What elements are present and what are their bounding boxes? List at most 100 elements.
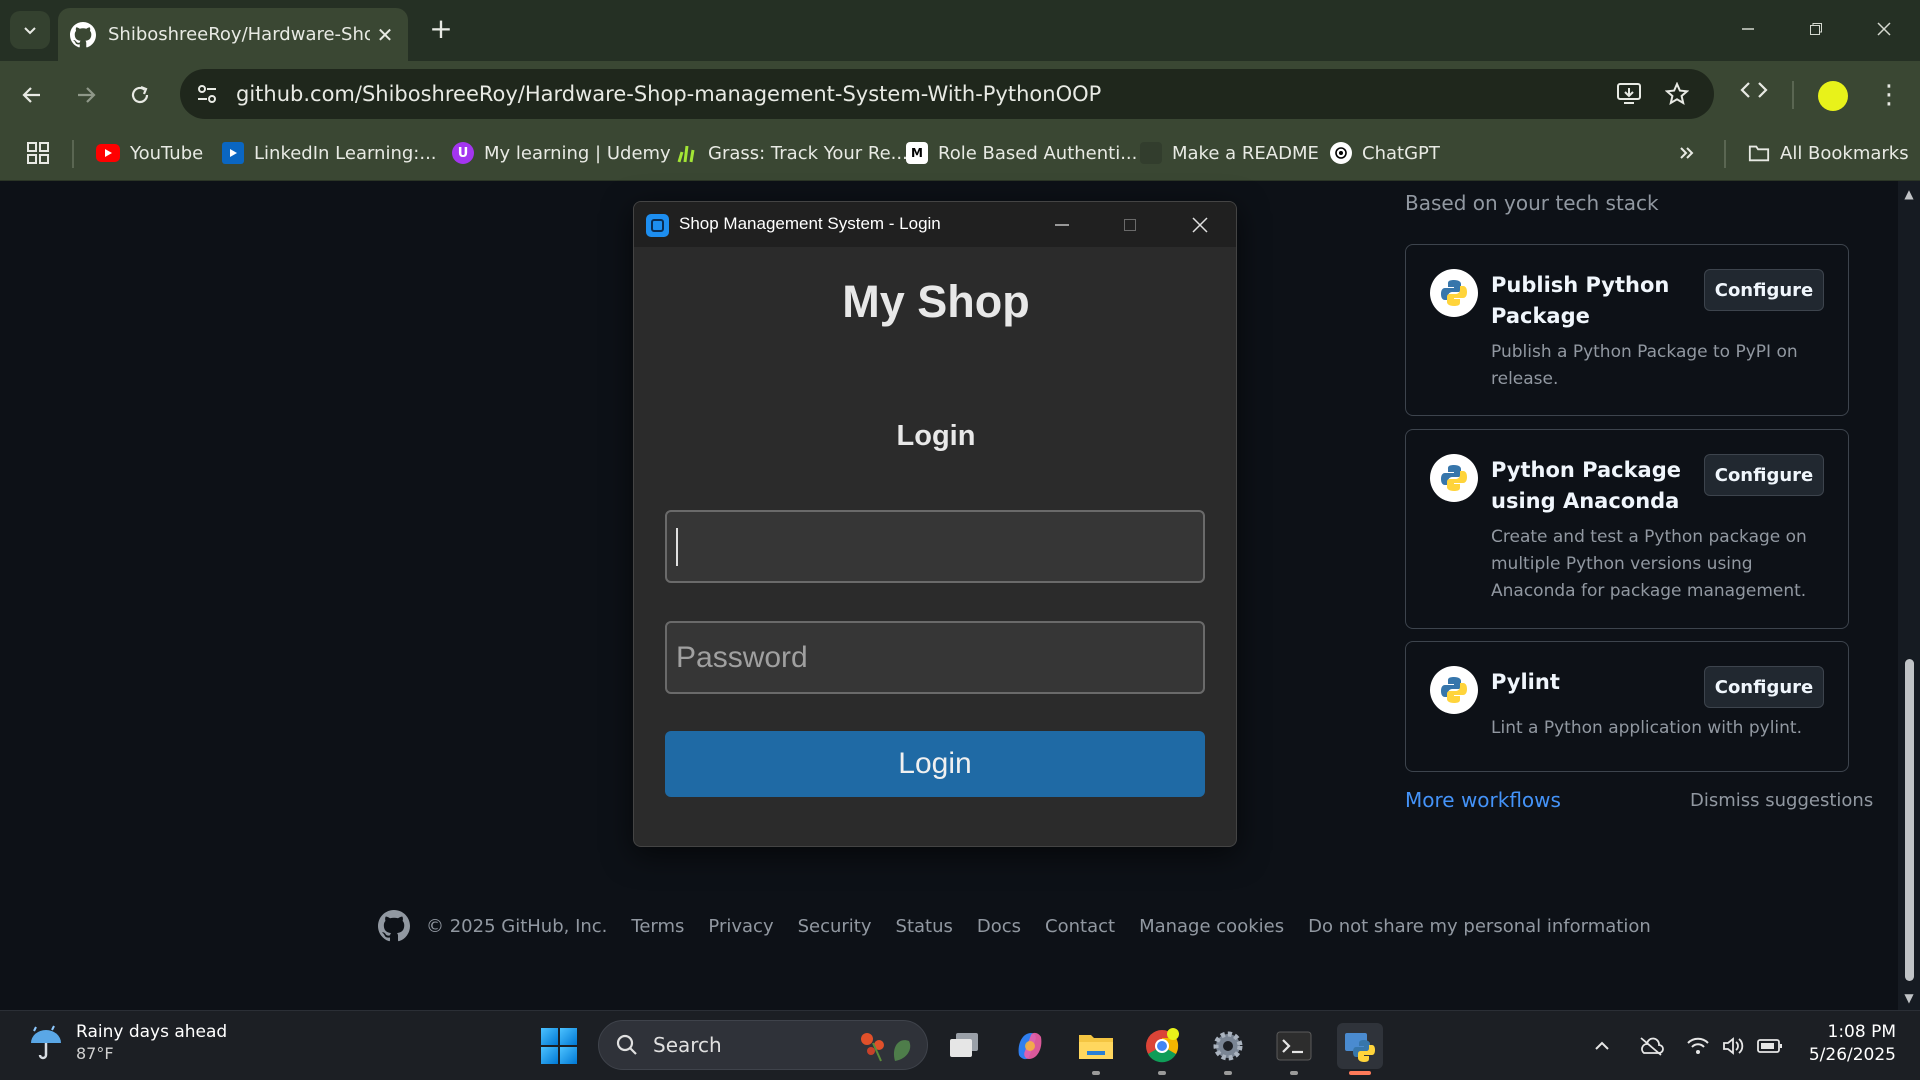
task-view-icon[interactable] xyxy=(941,1023,987,1069)
suggestions-subheader: Based on your tech stack xyxy=(1405,191,1659,215)
bookmark-label: LinkedIn Learning:... xyxy=(254,142,437,164)
bookmark-youtube[interactable]: YouTube xyxy=(96,139,203,167)
toolbar-divider xyxy=(1792,81,1794,109)
workflow-card: Python Package using Anaconda Create and… xyxy=(1405,429,1849,629)
footer-link-status[interactable]: Status xyxy=(896,916,953,937)
window-minimize-button[interactable] xyxy=(1728,14,1768,44)
apps-grid-icon[interactable] xyxy=(26,139,50,167)
login-window-titlebar[interactable]: Shop Management System - Login xyxy=(634,202,1236,247)
install-app-icon[interactable] xyxy=(1614,81,1644,107)
footer-link-manage-cookies[interactable]: Manage cookies xyxy=(1139,916,1284,937)
bookmark-role-based[interactable]: M Role Based Authenti... xyxy=(906,139,1137,167)
all-bookmarks-label: All Bookmarks xyxy=(1780,142,1909,164)
weather-widget[interactable]: Rainy days ahead 87°F xyxy=(26,1021,227,1065)
flower-decoration-icon xyxy=(861,1033,911,1062)
page-scrollbar[interactable]: ▲ ▼ xyxy=(1898,181,1920,1010)
file-explorer-icon[interactable] xyxy=(1073,1023,1119,1069)
footer-link-docs[interactable]: Docs xyxy=(977,916,1021,937)
tab-search-button[interactable] xyxy=(10,11,50,49)
bookmark-udemy[interactable]: U My learning | Udemy xyxy=(452,139,671,167)
window-close-button[interactable] xyxy=(1864,14,1904,44)
clock-time: 1:08 PM xyxy=(1827,1022,1897,1042)
tab-close-icon[interactable]: ✕ xyxy=(374,23,396,47)
onedrive-cloud-icon[interactable] xyxy=(1638,1033,1664,1059)
browser-tab[interactable]: ShiboshreeRoy/Hardware-Shop-management-S… xyxy=(58,8,408,61)
github-logo-icon[interactable] xyxy=(378,910,410,942)
profile-avatar[interactable] xyxy=(1818,81,1848,111)
window-restore-button[interactable] xyxy=(1796,14,1836,44)
bookmark-linkedin-learning[interactable]: LinkedIn Learning:... xyxy=(222,139,437,167)
restore-icon xyxy=(1810,23,1822,35)
maximize-icon xyxy=(1124,219,1136,231)
bookmarks-overflow-icon[interactable] xyxy=(1678,139,1696,167)
tab-title: ShiboshreeRoy/Hardware-Shop-management-S… xyxy=(108,24,370,45)
scrollbar-thumb[interactable] xyxy=(1905,659,1914,981)
wifi-icon[interactable] xyxy=(1685,1033,1711,1059)
login-window: Shop Management System - Login My Shop L… xyxy=(633,201,1237,847)
bookmark-grass[interactable]: Grass: Track Your Re... xyxy=(676,139,908,167)
bookmark-label: ChatGPT xyxy=(1362,142,1440,164)
search-label: Search xyxy=(653,1033,722,1057)
chatgpt-icon xyxy=(1330,142,1352,164)
login-button[interactable]: Login xyxy=(665,731,1205,797)
system-clock[interactable]: 1:08 PM 5/26/2025 xyxy=(1800,1021,1896,1067)
more-workflows-link[interactable]: More workflows xyxy=(1405,788,1561,812)
workflow-description: Publish a Python Package to PyPI on rele… xyxy=(1491,342,1798,389)
bookmark-label: Grass: Track Your Re... xyxy=(708,142,908,164)
shop-heading: My Shop xyxy=(842,276,1030,327)
dismiss-suggestions-link[interactable]: Dismiss suggestions xyxy=(1690,790,1873,811)
all-bookmarks[interactable]: All Bookmarks xyxy=(1748,139,1909,167)
login-window-title: Shop Management System - Login xyxy=(679,214,941,233)
footer-link-privacy[interactable]: Privacy xyxy=(708,916,773,937)
running-indicator xyxy=(1224,1071,1232,1075)
reload-button[interactable] xyxy=(122,77,158,113)
reload-icon xyxy=(131,85,149,104)
close-icon xyxy=(1192,217,1208,233)
footer-link-do-not-share[interactable]: Do not share my personal information xyxy=(1308,916,1651,937)
python-app-icon[interactable] xyxy=(1337,1023,1383,1069)
volume-icon[interactable] xyxy=(1721,1033,1747,1059)
footer-link-contact[interactable]: Contact xyxy=(1045,916,1115,937)
workflow-title: Publish Python Package xyxy=(1491,273,1670,328)
password-input[interactable]: Password xyxy=(665,621,1205,694)
windows-taskbar: Rainy days ahead 87°F Search 1:08 PM 5/2… xyxy=(0,1010,1920,1080)
configure-button[interactable]: Configure xyxy=(1704,269,1824,311)
copilot-icon[interactable] xyxy=(1007,1023,1053,1069)
folder-icon xyxy=(1748,142,1770,164)
bookmark-chatgpt[interactable]: ChatGPT xyxy=(1330,139,1440,167)
site-settings-icon[interactable] xyxy=(194,81,220,107)
chrome-icon[interactable] xyxy=(1139,1023,1185,1069)
settings-gear-icon[interactable] xyxy=(1205,1023,1251,1069)
clock-date: 5/26/2025 xyxy=(1808,1045,1896,1065)
python-icon xyxy=(1430,454,1478,502)
dialog-minimize-button[interactable] xyxy=(1042,210,1082,240)
bookmark-star-icon[interactable] xyxy=(1662,81,1692,107)
address-bar[interactable]: github.com/ShiboshreeRoy/Hardware-Shop-m… xyxy=(180,69,1714,119)
terminal-icon[interactable] xyxy=(1271,1023,1317,1069)
configure-button[interactable]: Configure xyxy=(1704,454,1824,496)
browser-tab-bar: ShiboshreeRoy/Hardware-Shop-management-S… xyxy=(0,0,1920,61)
show-hidden-icons-icon[interactable] xyxy=(1589,1033,1615,1059)
dialog-close-button[interactable] xyxy=(1180,210,1220,240)
username-input[interactable] xyxy=(665,510,1205,583)
footer-link-terms[interactable]: Terms xyxy=(631,916,684,937)
taskbar-search[interactable]: Search xyxy=(598,1020,928,1070)
footer-link-security[interactable]: Security xyxy=(798,916,872,937)
text-caret xyxy=(676,527,678,566)
scroll-up-icon[interactable]: ▲ xyxy=(1902,187,1916,201)
code-icon[interactable] xyxy=(1737,79,1771,109)
login-subheading: Login xyxy=(896,420,976,452)
battery-icon[interactable] xyxy=(1757,1033,1783,1059)
grass-icon xyxy=(676,142,698,164)
running-indicator xyxy=(1290,1071,1298,1075)
workflow-description: Create and test a Python package on mult… xyxy=(1491,527,1807,601)
bookmark-label: YouTube xyxy=(130,142,204,164)
new-tab-button[interactable]: + xyxy=(426,14,456,44)
start-button[interactable] xyxy=(541,1028,577,1064)
back-button[interactable] xyxy=(14,77,50,113)
browser-menu-icon[interactable]: ⋮ xyxy=(1876,79,1902,113)
scroll-down-icon[interactable]: ▼ xyxy=(1902,991,1916,1005)
forward-button[interactable] xyxy=(68,77,104,113)
configure-button[interactable]: Configure xyxy=(1704,666,1824,708)
bookmark-readme[interactable]: Make a README xyxy=(1140,139,1319,167)
